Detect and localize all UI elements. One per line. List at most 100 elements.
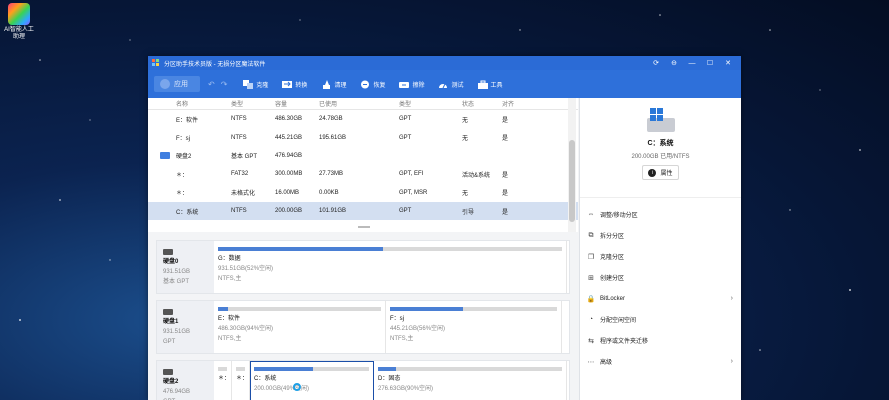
recover-button[interactable]: 恢复 (360, 80, 385, 89)
disk-size: 476.94GB (163, 389, 191, 395)
partition-detail: 200.00GB(49%空闲) (254, 386, 310, 392)
disk-name: 硬盘0 (163, 259, 179, 265)
selected-volume-info: 200.00GB 已用/NTFS (631, 154, 690, 160)
table-cell: 活动&系统 (462, 172, 491, 179)
partition-detail: 931.51GB(52%空闲) (218, 266, 274, 272)
toolbar: 应用 ↶ ↷ 克隆 转换 清理 恢复 擦除 测试 工具 (148, 70, 741, 98)
operation-item[interactable]: ⇆ 程序或文件夹迁移 (580, 330, 741, 351)
partition-block[interactable]: F：sj 445.21GB(56%空闲) NTFS,主 (386, 301, 562, 353)
operation-item[interactable]: ❐ 克隆分区 (580, 246, 741, 267)
partition-detail: 486.30GB(94%空闲) (218, 326, 274, 332)
table-cell: ＊： (176, 172, 189, 179)
table-row[interactable]: ＊： 未格式化 16.00MB 0.00KB GPT, MSR 无 是 (148, 184, 578, 202)
table-cell: GPT, MSR (399, 189, 428, 196)
operation-item[interactable]: ◔ 分配空闲空间 (580, 309, 741, 330)
table-cell: 是 (502, 136, 509, 143)
usage-bar (236, 367, 245, 371)
convert-button[interactable]: 转换 (282, 80, 307, 89)
table-row[interactable]: ＊： FAT32 300.00MB 27.73MB GPT, EFI 活动&系统 是 (148, 165, 578, 183)
partition-block[interactable]: D：固态 276.63GB(90%空闲) (374, 361, 567, 400)
disk-map-row: 硬盘1 931.51GB GPT E：软件 486.30GB(94%空闲) NTFS,主 F… (156, 300, 570, 354)
table-cell: GPT (399, 208, 412, 215)
disk-info[interactable]: 硬盘1 931.51GB GPT (157, 301, 214, 353)
table-row[interactable]: F：sj NTFS 445.21GB 195.61GB GPT 无 是 (148, 128, 578, 146)
operation-icon: ⊞ (588, 274, 594, 282)
tools-button[interactable]: 工具 (477, 80, 503, 89)
disk-size: 931.51GB (163, 269, 191, 275)
resize-handle[interactable] (358, 226, 370, 228)
table-scrollbar[interactable] (568, 98, 576, 232)
table-cell: 0.00KB (319, 189, 339, 196)
operation-icon: ⧉ (588, 231, 594, 239)
col-type[interactable]: 类型 (399, 99, 462, 108)
partition-label: F：sj (390, 316, 404, 322)
table-row[interactable]: C：系统 NTFS 200.00GB 101.91GB GPT 引导 是 (148, 201, 578, 221)
table-cell: NTFS (231, 134, 247, 141)
disk-info[interactable]: 硬盘0 931.51GB 基本 GPT (157, 241, 214, 293)
table-cell: F：sj (176, 136, 190, 143)
disk-row[interactable]: 硬盘2 基本 GPT 476.94GB (148, 147, 578, 165)
table-cell: C：系统 (176, 209, 199, 216)
table-cell: 16.00MB (275, 189, 300, 196)
operation-item[interactable]: ⋯ 高级 › (580, 351, 741, 372)
table-cell: 101.91GB (319, 208, 347, 215)
clone-button[interactable]: 克隆 (243, 79, 268, 89)
table-cell: 无 (462, 191, 469, 198)
operation-item[interactable]: 🔒 BitLocker › (580, 288, 741, 309)
operation-icon: ◔ (588, 316, 594, 323)
test-button[interactable]: 测试 (438, 80, 464, 89)
table-cell: NTFS (231, 208, 247, 215)
desktop-app-shortcut[interactable]: AI智能人工助理 (2, 3, 36, 41)
operation-item[interactable]: ⇔ 调整/移动分区 (580, 204, 741, 225)
table-row[interactable]: E：软件 NTFS 486.30GB 24.78GB GPT 无 是 (148, 110, 578, 128)
table-header: 名称 类型 容量 已使用 类型 状态 对齐 (148, 98, 578, 110)
disk-info[interactable]: 硬盘2476.94GBGPT (157, 361, 214, 400)
partition-block[interactable]: ＊： (232, 361, 250, 400)
maximize-button[interactable]: ☐ (701, 59, 719, 67)
disk-name: 硬盘2 (163, 379, 179, 385)
disk-style: GPT (163, 339, 176, 345)
test-label: 测试 (451, 82, 464, 89)
operation-label: 克隆分区 (600, 255, 625, 261)
partition-block[interactable]: C：系统 200.00GB(49%空闲) (250, 361, 374, 400)
col-aligned[interactable]: 对齐 (502, 99, 542, 108)
disk-icon (163, 309, 173, 315)
operation-item[interactable]: ⊞ 创建分区 (580, 267, 741, 288)
eraser-icon (399, 81, 410, 88)
partition-label: ＊： (236, 376, 249, 382)
undo-icon[interactable]: ↶ (208, 80, 215, 89)
recover-label: 恢复 (373, 82, 386, 89)
col-capacity[interactable]: 容量 (275, 99, 319, 108)
apply-label: 应用 (174, 81, 188, 88)
col-name[interactable]: 名称 (176, 99, 231, 108)
table-cell: GPT (399, 116, 412, 123)
redo-icon[interactable]: ↷ (221, 80, 228, 89)
chevron-right-icon: › (730, 358, 733, 365)
operation-label: 高级 (600, 360, 613, 366)
operation-item[interactable]: ⧉ 拆分分区 (580, 225, 741, 246)
apply-button[interactable]: 应用 (154, 76, 200, 92)
close-button[interactable]: ✕ (719, 59, 737, 67)
speed-test-icon (439, 83, 448, 88)
refresh-icon[interactable]: ⟳ (647, 59, 665, 67)
busy-cursor-icon (293, 383, 301, 391)
wipe-button[interactable]: 擦除 (399, 80, 424, 89)
properties-button[interactable]: i 属性 (642, 165, 679, 180)
col-status[interactable]: 状态 (462, 99, 502, 108)
col-fs[interactable]: 类型 (231, 99, 275, 108)
partition-block[interactable]: G：数据 931.51GB(52%空闲) NTFS,主 (214, 241, 567, 293)
partition-label: C：系统 (254, 376, 277, 382)
menu-icon[interactable]: ⊖ (665, 59, 683, 67)
minimize-button[interactable]: — (683, 60, 701, 67)
table-cell: 是 (502, 191, 509, 198)
operations-panel: C：系统 200.00GB 已用/NTFS i 属性 ⇔ 调整/移动分区 ⧉ 拆分分区… (579, 98, 741, 400)
table-cell: E：软件 (176, 117, 199, 124)
disk-size: 931.51GB (163, 329, 191, 335)
partition-block[interactable]: ＊： (214, 361, 232, 400)
operation-icon: ❐ (587, 253, 595, 261)
clean-button[interactable]: 清理 (321, 79, 346, 89)
partition-block[interactable]: E：软件 486.30GB(94%空闲) NTFS,主 (214, 301, 386, 353)
partition-fs: NTFS,主 (218, 336, 242, 342)
operation-label: 调整/移动分区 (600, 213, 638, 219)
col-used[interactable]: 已使用 (319, 99, 399, 108)
